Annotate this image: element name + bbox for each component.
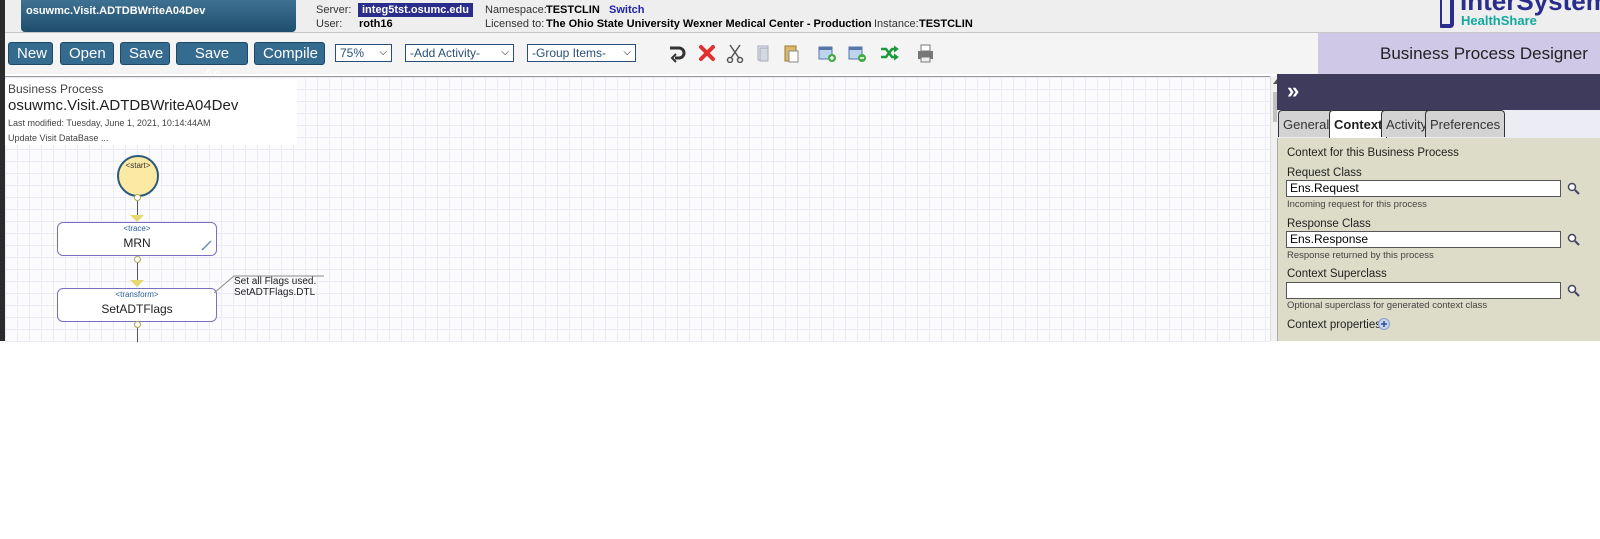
- add-activity-select-value: -Add Activity-: [410, 46, 481, 60]
- context-heading: Context for this Business Process: [1287, 147, 1459, 159]
- switch-namespace-link[interactable]: Switch: [609, 4, 644, 16]
- chevron-down-icon: ⌵: [501, 47, 509, 58]
- activity-kind: <trace>: [123, 224, 151, 233]
- zoom-select[interactable]: 75% ⌵: [335, 44, 392, 62]
- search-icon[interactable]: [1567, 182, 1581, 196]
- tab-preferences[interactable]: Preferences: [1425, 110, 1506, 137]
- business-process-name: osuwmc.Visit.ADTDBWriteA04Dev: [8, 97, 239, 114]
- collapse-panel-icon[interactable]: »: [1287, 78, 1299, 104]
- request-class-label: Request Class: [1287, 167, 1362, 179]
- context-superclass-hint: Optional superclass for generated contex…: [1287, 300, 1488, 311]
- toolbar: New Open Save Save As Compile 75% ⌵ -Add…: [5, 33, 1318, 83]
- properties-panel: » General Context Activity Preferences C…: [1277, 74, 1600, 341]
- intersystems-logo: InterSystems HealthShare: [1440, 0, 1600, 32]
- arrange-icon[interactable]: [879, 43, 899, 63]
- add-property-icon[interactable]: [1378, 318, 1390, 330]
- print-icon[interactable]: [915, 43, 935, 63]
- save-button[interactable]: Save: [120, 42, 170, 65]
- search-icon[interactable]: [1567, 233, 1581, 247]
- title-tab: osuwmc.Visit.ADTDBWriteA04Dev: [21, 0, 296, 32]
- response-class-hint: Response returned by this process: [1287, 250, 1434, 261]
- namespace-label: Namespace:: [485, 4, 547, 16]
- context-superclass-input[interactable]: [1286, 282, 1561, 299]
- designer-title: Business Process Designer: [1380, 44, 1588, 63]
- response-class-input[interactable]: Ens.Response: [1286, 231, 1561, 248]
- instance-value: TESTCLIN: [919, 18, 973, 30]
- business-process-label: Business Process: [8, 82, 104, 96]
- zoom-out-icon[interactable]: [847, 43, 867, 63]
- panel-tabs: General Context Activity Preferences: [1277, 110, 1600, 139]
- process-description: Update Visit DataBase ...: [8, 133, 109, 143]
- logo-subtitle: HealthShare: [1461, 13, 1537, 28]
- context-superclass-label: Context Superclass: [1287, 268, 1387, 280]
- user-value: roth16: [359, 18, 393, 30]
- context-properties-label: Context properties: [1287, 319, 1381, 331]
- save-as-button[interactable]: Save As: [176, 42, 248, 83]
- activity-name: SetADTFlags: [101, 302, 173, 316]
- cut-icon[interactable]: [725, 43, 745, 63]
- context-tab-body: Context for this Business Process Reques…: [1277, 138, 1600, 341]
- instance-label: Instance:: [874, 18, 919, 30]
- start-node[interactable]: <start>: [117, 155, 159, 197]
- chevron-down-icon: ⌵: [623, 47, 631, 58]
- zoom-select-value: 75%: [340, 46, 365, 60]
- compile-button[interactable]: Compile: [254, 42, 325, 65]
- annotation-line-1: Set all Flags used.: [234, 276, 317, 287]
- logo-mark-icon: [1440, 0, 1454, 28]
- server-badge: integ5tst.osumc.edu: [358, 3, 473, 17]
- add-activity-select[interactable]: -Add Activity- ⌵: [405, 44, 514, 62]
- copy-icon[interactable]: [753, 43, 773, 63]
- annotation-line-2: SetADTFlags.DTL: [234, 287, 316, 298]
- panel-header: »: [1277, 74, 1600, 110]
- connector-dot: [134, 256, 141, 263]
- connector-arrow-icon: [130, 215, 144, 222]
- user-label: User:: [316, 18, 343, 30]
- transform-activity[interactable]: <transform> SetADTFlags: [57, 288, 217, 322]
- edit-pencil-icon[interactable]: [201, 239, 213, 251]
- search-icon[interactable]: [1567, 284, 1581, 298]
- licensed-label: Licensed to:: [485, 18, 545, 30]
- start-node-label: <start>: [125, 161, 151, 170]
- annotation-text[interactable]: Set all Flags used. SetADTFlags.DTL: [234, 276, 316, 298]
- namespace-value: TESTCLIN: [546, 4, 600, 16]
- last-modified-text: Last modified: Tuesday, June 1, 2021, 10…: [8, 118, 211, 128]
- top-header: osuwmc.Visit.ADTDBWriteA04Dev Server: in…: [5, 0, 1600, 33]
- connector-arrow-icon: [130, 280, 144, 287]
- undo-icon[interactable]: [667, 43, 687, 63]
- activity-kind: <transform>: [115, 290, 159, 299]
- connector-dot: [134, 321, 141, 328]
- request-class-input[interactable]: Ens.Request: [1286, 180, 1561, 197]
- title-tab-text: osuwmc.Visit.ADTDBWriteA04Dev: [26, 5, 206, 17]
- delete-icon[interactable]: [697, 43, 717, 63]
- activity-name: MRN: [123, 236, 151, 250]
- trace-activity[interactable]: <trace> MRN: [57, 222, 217, 256]
- tab-context[interactable]: Context: [1329, 110, 1388, 138]
- connector-dot: [134, 194, 141, 201]
- chevron-down-icon: ⌵: [379, 47, 387, 58]
- process-info-box: Business Process osuwmc.Visit.ADTDBWrite…: [5, 79, 297, 145]
- designer-title-bar: Business Process Designer: [1318, 33, 1600, 74]
- zoom-in-icon[interactable]: [817, 43, 837, 63]
- group-items-select-value: -Group Items-: [532, 46, 607, 60]
- paste-icon[interactable]: [781, 43, 801, 63]
- new-button[interactable]: New: [8, 42, 53, 65]
- open-button[interactable]: Open: [60, 42, 114, 65]
- request-class-hint: Incoming request for this process: [1287, 199, 1427, 210]
- group-items-select[interactable]: -Group Items- ⌵: [527, 44, 636, 62]
- tab-general[interactable]: General: [1278, 110, 1335, 137]
- response-class-label: Response Class: [1287, 218, 1371, 230]
- process-canvas[interactable]: Business Process osuwmc.Visit.ADTDBWrite…: [5, 76, 1270, 342]
- server-label: Server:: [316, 4, 352, 16]
- licensed-value: The Ohio State University Wexner Medical…: [546, 18, 872, 30]
